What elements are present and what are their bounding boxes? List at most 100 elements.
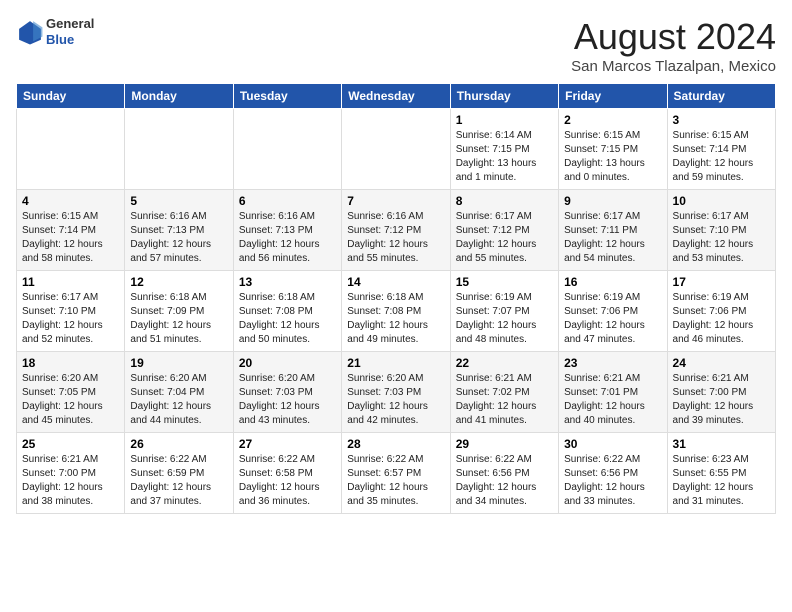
calendar-cell: 9 Sunrise: 6:17 AMSunset: 7:11 PMDaylight… [559,190,667,271]
calendar-cell: 21 Sunrise: 6:20 AMSunset: 7:03 PMDayligh… [342,352,450,433]
calendar-cell [233,109,341,190]
day-info: Sunrise: 6:16 AMSunset: 7:13 PMDaylight:… [130,210,227,266]
day-number: 31 [673,437,770,451]
calendar-cell: 3 Sunrise: 6:15 AMSunset: 7:14 PMDaylight… [667,109,775,190]
calendar-cell: 12Sunrise: 6:18 AMSunset: 7:09 PMDayligh… [125,271,233,352]
day-info: Sunrise: 6:17 AMSunset: 7:11 PMDaylight:… [564,210,661,266]
day-info: Sunrise: 6:20 AMSunset: 7:04 PMDaylight:… [130,372,227,428]
day-number: 28 [347,437,444,451]
calendar-cell: 31Sunrise: 6:23 AMSunset: 6:55 PMDayligh… [667,433,775,514]
day-info: Sunrise: 6:22 AMSunset: 6:59 PMDaylight:… [130,453,227,509]
day-number: 9 [564,194,661,208]
day-number: 30 [564,437,661,451]
calendar-cell [125,109,233,190]
calendar-cell: 7 Sunrise: 6:16 AMSunset: 7:12 PMDaylight… [342,190,450,271]
day-info: Sunrise: 6:22 AMSunset: 6:57 PMDaylight:… [347,453,444,509]
calendar-cell: 23Sunrise: 6:21 AMSunset: 7:01 PMDayligh… [559,352,667,433]
calendar-cell: 2Sunrise: 6:15 AMSunset: 7:15 PMDaylight… [559,109,667,190]
day-number: 26 [130,437,227,451]
calendar-cell: 10Sunrise: 6:17 AMSunset: 7:10 PMDayligh… [667,190,775,271]
day-number: 14 [347,275,444,289]
calendar-cell: 20 Sunrise: 6:20 AMSunset: 7:03 PMDayligh… [233,352,341,433]
weekday-header-saturday: Saturday [667,84,775,109]
day-number: 10 [673,194,770,208]
calendar-week-4: 18 Sunrise: 6:20 AMSunset: 7:05 PMDayligh… [17,352,776,433]
day-info: Sunrise: 6:15 AMSunset: 7:15 PMDaylight:… [564,129,661,185]
calendar-cell: 29 Sunrise: 6:22 AMSunset: 6:56 PMDayligh… [450,433,558,514]
calendar-cell: 18 Sunrise: 6:20 AMSunset: 7:05 PMDayligh… [17,352,125,433]
day-info: Sunrise: 6:14 AMSunset: 7:15 PMDaylight:… [456,129,553,185]
day-info: Sunrise: 6:21 AMSunset: 7:00 PMDaylight:… [673,372,770,428]
weekday-header-thursday: Thursday [450,84,558,109]
calendar-cell: 17Sunrise: 6:19 AMSunset: 7:06 PMDayligh… [667,271,775,352]
day-number: 13 [239,275,336,289]
day-number: 17 [673,275,770,289]
weekday-row: SundayMondayTuesdayWednesdayThursdayFrid… [17,84,776,109]
day-info: Sunrise: 6:17 AMSunset: 7:10 PMDaylight:… [22,291,119,347]
calendar-cell: 11 Sunrise: 6:17 AMSunset: 7:10 PMDayligh… [17,271,125,352]
day-number: 23 [564,356,661,370]
calendar-cell: 27 Sunrise: 6:22 AMSunset: 6:58 PMDayligh… [233,433,341,514]
day-number: 11 [22,275,119,289]
subtitle: San Marcos Tlazalpan, Mexico [571,58,776,75]
day-number: 22 [456,356,553,370]
day-number: 18 [22,356,119,370]
calendar-cell: 22 Sunrise: 6:21 AMSunset: 7:02 PMDayligh… [450,352,558,433]
calendar-cell: 13 Sunrise: 6:18 AMSunset: 7:08 PMDayligh… [233,271,341,352]
day-number: 4 [22,194,119,208]
day-info: Sunrise: 6:22 AMSunset: 6:56 PMDaylight:… [564,453,661,509]
weekday-header-friday: Friday [559,84,667,109]
day-number: 3 [673,113,770,127]
day-number: 27 [239,437,336,451]
day-number: 25 [22,437,119,451]
day-info: Sunrise: 6:20 AMSunset: 7:03 PMDaylight:… [347,372,444,428]
day-number: 24 [673,356,770,370]
day-info: Sunrise: 6:16 AMSunset: 7:12 PMDaylight:… [347,210,444,266]
day-info: Sunrise: 6:20 AMSunset: 7:03 PMDaylight:… [239,372,336,428]
day-number: 1 [456,113,553,127]
calendar-cell [342,109,450,190]
calendar-week-3: 11 Sunrise: 6:17 AMSunset: 7:10 PMDayligh… [17,271,776,352]
calendar-cell: 30 Sunrise: 6:22 AMSunset: 6:56 PMDayligh… [559,433,667,514]
calendar-cell: 1 Sunrise: 6:14 AMSunset: 7:15 PMDaylight… [450,109,558,190]
day-number: 6 [239,194,336,208]
calendar-cell: 26 Sunrise: 6:22 AMSunset: 6:59 PMDayligh… [125,433,233,514]
calendar-cell: 6 Sunrise: 6:16 AMSunset: 7:13 PMDaylight… [233,190,341,271]
weekday-header-tuesday: Tuesday [233,84,341,109]
day-info: Sunrise: 6:22 AMSunset: 6:56 PMDaylight:… [456,453,553,509]
day-info: Sunrise: 6:21 AMSunset: 7:02 PMDaylight:… [456,372,553,428]
calendar-cell: 8Sunrise: 6:17 AMSunset: 7:12 PMDaylight… [450,190,558,271]
day-info: Sunrise: 6:15 AMSunset: 7:14 PMDaylight:… [22,210,119,266]
day-info: Sunrise: 6:16 AMSunset: 7:13 PMDaylight:… [239,210,336,266]
weekday-header-monday: Monday [125,84,233,109]
day-number: 16 [564,275,661,289]
logo-text: General Blue [46,16,94,47]
page-header: General Blue August 2024 San Marcos Tlaz… [16,16,776,75]
main-title: August 2024 [571,16,776,58]
weekday-header-sunday: Sunday [17,84,125,109]
day-info: Sunrise: 6:17 AMSunset: 7:12 PMDaylight:… [456,210,553,266]
day-number: 7 [347,194,444,208]
calendar-week-2: 4 Sunrise: 6:15 AMSunset: 7:14 PMDaylight… [17,190,776,271]
day-info: Sunrise: 6:15 AMSunset: 7:14 PMDaylight:… [673,129,770,185]
calendar-cell: 25Sunrise: 6:21 AMSunset: 7:00 PMDayligh… [17,433,125,514]
day-number: 21 [347,356,444,370]
calendar-cell: 24 Sunrise: 6:21 AMSunset: 7:00 PMDayligh… [667,352,775,433]
calendar-cell: 4 Sunrise: 6:15 AMSunset: 7:14 PMDaylight… [17,190,125,271]
day-number: 15 [456,275,553,289]
calendar-cell [17,109,125,190]
logo: General Blue [16,16,94,47]
day-info: Sunrise: 6:18 AMSunset: 7:08 PMDaylight:… [239,291,336,347]
calendar-cell: 5Sunrise: 6:16 AMSunset: 7:13 PMDaylight… [125,190,233,271]
calendar-header: SundayMondayTuesdayWednesdayThursdayFrid… [17,84,776,109]
day-number: 20 [239,356,336,370]
day-info: Sunrise: 6:20 AMSunset: 7:05 PMDaylight:… [22,372,119,428]
day-number: 19 [130,356,227,370]
day-number: 29 [456,437,553,451]
weekday-header-wednesday: Wednesday [342,84,450,109]
calendar-week-1: 1 Sunrise: 6:14 AMSunset: 7:15 PMDaylight… [17,109,776,190]
calendar-cell: 14Sunrise: 6:18 AMSunset: 7:08 PMDayligh… [342,271,450,352]
day-info: Sunrise: 6:22 AMSunset: 6:58 PMDaylight:… [239,453,336,509]
calendar-cell: 28 Sunrise: 6:22 AMSunset: 6:57 PMDayligh… [342,433,450,514]
day-number: 12 [130,275,227,289]
